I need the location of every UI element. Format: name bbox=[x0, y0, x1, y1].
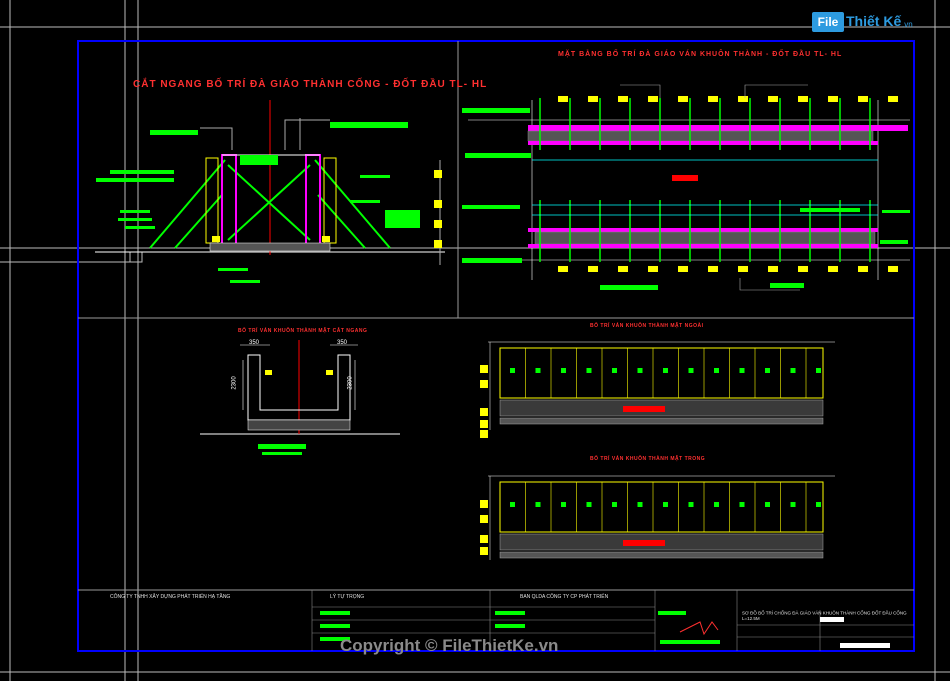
tie-rod-marker bbox=[714, 368, 719, 373]
plan-marker bbox=[678, 266, 688, 272]
plan-marker bbox=[648, 96, 658, 102]
plan-marker bbox=[618, 266, 628, 272]
plan-marker bbox=[768, 266, 778, 272]
tie-rod-marker bbox=[790, 502, 796, 507]
plan-marker bbox=[738, 266, 748, 272]
signature bbox=[679, 621, 719, 636]
logo-domain-part: .vn bbox=[902, 20, 913, 29]
dimension-350-left: 350 bbox=[249, 340, 260, 346]
tie-rod-marker bbox=[663, 502, 668, 507]
plan-marker bbox=[798, 266, 808, 272]
tie-rod-marker bbox=[688, 368, 694, 373]
plan-marker bbox=[738, 96, 748, 102]
panel-frames bbox=[78, 41, 914, 591]
tie-rod-marker bbox=[765, 368, 770, 373]
tie-rod-marker bbox=[561, 368, 566, 373]
tie-rod-marker bbox=[714, 502, 719, 507]
plan-marker bbox=[768, 96, 778, 102]
tie-rod-marker bbox=[688, 502, 694, 507]
filethietke-logo: File Thiết Kế .vn bbox=[812, 8, 922, 34]
logo-file-part: File bbox=[812, 12, 844, 32]
title-block-drawing-title: SƠ ĐỒ BỐ TRÍ CHỐNG ĐÀ GIÁO VÁN KHUÔN THÀ… bbox=[742, 611, 907, 622]
logo-thietke-part: Thiết Kế bbox=[846, 13, 902, 29]
plan-marker bbox=[798, 96, 808, 102]
tie-rod-marker bbox=[535, 368, 541, 373]
tie-rod-marker bbox=[612, 368, 617, 373]
plan-marker bbox=[888, 96, 898, 102]
tie-rod-marker bbox=[739, 502, 745, 507]
tie-rod-marker bbox=[790, 368, 796, 373]
dimension-2300-right: 2300 bbox=[347, 376, 354, 390]
tie-rod-marker bbox=[637, 502, 643, 507]
plan-marker bbox=[678, 96, 688, 102]
formwork-inner-drawing bbox=[480, 475, 835, 560]
plan-marker bbox=[588, 96, 598, 102]
formwork-section-drawing bbox=[200, 340, 400, 455]
plan-marker bbox=[618, 96, 628, 102]
copyright-watermark: Copyright © FileThietKe.vn bbox=[340, 636, 559, 655]
plan-marker bbox=[888, 266, 898, 272]
tie-rod-marker bbox=[637, 368, 643, 373]
tie-rod-marker bbox=[535, 502, 541, 507]
title-block-owner: CÔNG TY TNHH XÂY DỰNG PHÁT TRIỂN HẠ TẦNG bbox=[110, 594, 231, 600]
tie-rod-marker bbox=[816, 368, 821, 373]
plan-marker bbox=[708, 266, 718, 272]
plan-marker bbox=[558, 96, 568, 102]
tie-rod-marker bbox=[816, 502, 821, 507]
tie-rod-marker bbox=[765, 502, 770, 507]
dimension-350-right: 350 bbox=[337, 340, 348, 346]
formwork-section-title: BỐ TRÍ VÁN KHUÔN THÀNH MẶT CẮT NGANG bbox=[238, 328, 368, 334]
plan-marker bbox=[558, 266, 568, 272]
tie-rod-marker bbox=[561, 502, 566, 507]
tie-rod-marker bbox=[612, 502, 617, 507]
tie-rod-marker bbox=[586, 502, 592, 507]
plan-marker bbox=[588, 266, 598, 272]
formwork-outer-drawing bbox=[480, 341, 835, 438]
plan-layout-title: MẶT BẰNG BỐ TRÍ ĐÀ GIÁO VÁN KHUÔN THÀNH … bbox=[558, 51, 843, 58]
plan-marker bbox=[828, 266, 838, 272]
title-block-project: LÝ TỰ TRỌNG bbox=[330, 594, 365, 600]
tie-rod-marker bbox=[510, 368, 515, 373]
plan-marker bbox=[708, 96, 718, 102]
cursor-crosshair bbox=[0, 0, 950, 681]
plan-marker bbox=[828, 96, 838, 102]
plan-layout-drawing bbox=[462, 84, 910, 291]
formwork-outer-title: BỐ TRÍ VÁN KHUÔN THÀNH MẶT NGOÀI bbox=[590, 323, 704, 329]
section-elevation-drawing bbox=[95, 100, 445, 283]
section-elevation-title: CẮT NGANG BỐ TRÍ ĐÀ GIÁO THÀNH CỐNG - ĐỐ… bbox=[133, 79, 488, 90]
tie-rod-marker bbox=[586, 368, 592, 373]
tie-rod-marker bbox=[663, 368, 668, 373]
plan-marker bbox=[858, 96, 868, 102]
tie-rod-marker bbox=[739, 368, 745, 373]
plan-marker bbox=[858, 266, 868, 272]
title-block-contractor: BAN QLDA CÔNG TY CP PHÁT TRIỂN bbox=[520, 594, 609, 600]
dimension-2300-left: 2300 bbox=[231, 376, 238, 390]
tie-rod-marker bbox=[510, 502, 515, 507]
cad-drawing-canvas bbox=[0, 0, 950, 681]
formwork-inner-title: BỐ TRÍ VÁN KHUÔN THÀNH MẶT TRONG bbox=[590, 456, 706, 462]
plan-marker bbox=[648, 266, 658, 272]
